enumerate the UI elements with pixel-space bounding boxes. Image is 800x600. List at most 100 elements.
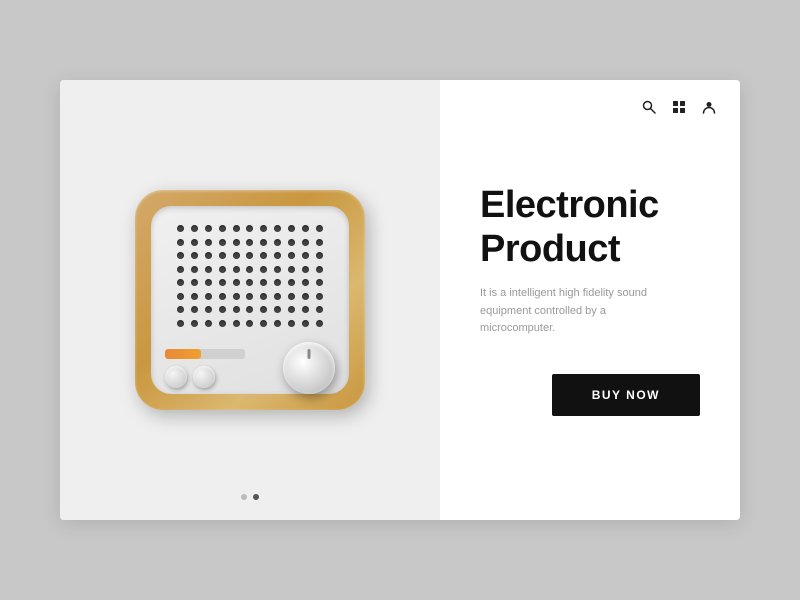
grille-dot bbox=[246, 225, 253, 232]
grille-dot bbox=[219, 252, 226, 259]
grille-dot bbox=[274, 306, 281, 313]
grille-dot bbox=[302, 293, 309, 300]
grille-dot bbox=[246, 266, 253, 273]
grille-dot bbox=[191, 266, 198, 273]
grille-dot bbox=[177, 252, 184, 259]
grille-dot bbox=[316, 239, 323, 246]
buy-now-button[interactable]: BUY NOW bbox=[552, 374, 700, 416]
user-icon[interactable] bbox=[702, 100, 716, 116]
grille-dot bbox=[274, 239, 281, 246]
grille-dot bbox=[205, 252, 212, 259]
grille-dot bbox=[260, 279, 267, 286]
top-icons-bar bbox=[642, 100, 716, 116]
product-title: Electronic Product bbox=[480, 184, 700, 271]
grille-dot bbox=[177, 239, 184, 246]
grille-dot bbox=[219, 225, 226, 232]
product-info-panel: Electronic Product It is a intelligent h… bbox=[440, 80, 740, 520]
grille-dot bbox=[288, 279, 295, 286]
grille-dot bbox=[260, 306, 267, 313]
grille-dot bbox=[219, 306, 226, 313]
grille-dot bbox=[205, 225, 212, 232]
grille-dot bbox=[205, 239, 212, 246]
grille-dot bbox=[246, 279, 253, 286]
grille-dot bbox=[246, 306, 253, 313]
grille-dot bbox=[233, 239, 240, 246]
grille-dot bbox=[219, 239, 226, 246]
grille-dot bbox=[177, 320, 184, 327]
grille-dot bbox=[288, 239, 295, 246]
frequency-section bbox=[165, 349, 245, 388]
grille-dot bbox=[246, 239, 253, 246]
grille-dot bbox=[246, 293, 253, 300]
grille-dot bbox=[302, 239, 309, 246]
grille-dot bbox=[260, 252, 267, 259]
grille-dot bbox=[191, 320, 198, 327]
grille-dot bbox=[260, 225, 267, 232]
grille-dot bbox=[274, 252, 281, 259]
grille-dot bbox=[233, 266, 240, 273]
grille-dot bbox=[260, 239, 267, 246]
grille-dot bbox=[316, 293, 323, 300]
grille-dot bbox=[274, 266, 281, 273]
grille-dot bbox=[191, 225, 198, 232]
grille-dot bbox=[233, 320, 240, 327]
grille-dot bbox=[177, 293, 184, 300]
product-card: Electronic Product It is a intelligent h… bbox=[60, 80, 740, 520]
grille-dot bbox=[233, 306, 240, 313]
speaker-grille bbox=[170, 218, 330, 334]
grille-dot bbox=[191, 239, 198, 246]
grille-dot bbox=[233, 293, 240, 300]
grid-icon[interactable] bbox=[672, 100, 686, 116]
grille-dot bbox=[233, 225, 240, 232]
grille-dot bbox=[219, 266, 226, 273]
title-line-2: Product bbox=[480, 228, 620, 270]
product-image-panel bbox=[60, 80, 440, 520]
pagination-dot-2[interactable] bbox=[253, 494, 259, 500]
grille-dot bbox=[219, 320, 226, 327]
pagination-dot-1[interactable] bbox=[241, 494, 247, 500]
grille-dot bbox=[260, 293, 267, 300]
grille-dot bbox=[191, 306, 198, 313]
grille-dot bbox=[316, 225, 323, 232]
grille-dot bbox=[177, 225, 184, 232]
grille-dot bbox=[246, 320, 253, 327]
grille-dot bbox=[302, 225, 309, 232]
grille-dot bbox=[177, 279, 184, 286]
grille-dot bbox=[316, 320, 323, 327]
radio-inner-body bbox=[151, 206, 349, 394]
radio-illustration bbox=[135, 190, 365, 410]
grille-dot bbox=[302, 306, 309, 313]
grille-dot bbox=[233, 252, 240, 259]
grille-dot bbox=[219, 279, 226, 286]
grille-dot bbox=[302, 279, 309, 286]
small-knob-1 bbox=[165, 366, 187, 388]
grille-dot bbox=[177, 306, 184, 313]
grille-dot bbox=[191, 252, 198, 259]
grille-dot bbox=[302, 320, 309, 327]
grille-dot bbox=[302, 266, 309, 273]
grille-dot bbox=[246, 252, 253, 259]
grille-dot bbox=[288, 293, 295, 300]
search-icon[interactable] bbox=[642, 100, 656, 116]
grille-dot bbox=[274, 279, 281, 286]
grille-dot bbox=[219, 293, 226, 300]
grille-dot bbox=[274, 320, 281, 327]
grille-dot bbox=[274, 225, 281, 232]
grille-dot bbox=[316, 306, 323, 313]
grille-dot bbox=[288, 306, 295, 313]
grille-dot bbox=[274, 293, 281, 300]
grille-dot bbox=[260, 266, 267, 273]
carousel-pagination bbox=[241, 494, 259, 500]
grille-dot bbox=[288, 252, 295, 259]
grille-dot bbox=[191, 279, 198, 286]
grille-dot bbox=[288, 266, 295, 273]
frequency-fill bbox=[165, 349, 201, 359]
grille-dot bbox=[205, 293, 212, 300]
volume-knob bbox=[283, 342, 335, 394]
grille-dot bbox=[316, 252, 323, 259]
grille-dot bbox=[205, 320, 212, 327]
grille-dot bbox=[288, 225, 295, 232]
product-description: It is a intelligent high fidelity sound … bbox=[480, 285, 680, 338]
grille-dot bbox=[288, 320, 295, 327]
grille-dot bbox=[205, 306, 212, 313]
